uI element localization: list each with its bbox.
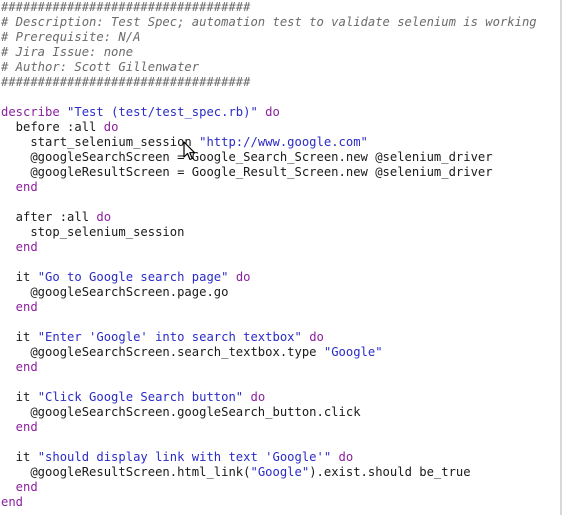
code-token: after :all	[1, 210, 97, 224]
code-line: # Jira Issue: none	[1, 45, 537, 60]
code-line: @googleSearchScreen = Google_Search_Scre…	[1, 150, 537, 165]
code-string: "Test (test/test_spec.rb)"	[67, 105, 258, 119]
code-keyword: end	[1, 420, 38, 434]
code-token: @googleSearchScreen.googleSearch_button.…	[1, 405, 361, 419]
code-line: it "Click Google Search button" do	[1, 390, 537, 405]
code-comment: # Prerequisite: N/A	[1, 30, 141, 44]
code-token: @googleSearchScreen.search_textbox.type	[1, 345, 324, 359]
code-comment: ##################################	[1, 75, 251, 89]
code-line: end	[1, 420, 537, 435]
code-line: it "Enter 'Google' into search textbox" …	[1, 330, 537, 345]
code-line: @googleSearchScreen.search_textbox.type …	[1, 345, 537, 360]
code-token: before :all	[1, 120, 104, 134]
code-line: it "Go to Google search page" do	[1, 270, 537, 285]
code-comment: ##################################	[1, 0, 251, 14]
code-keyword: end	[1, 495, 24, 509]
code-keyword: do	[96, 210, 112, 224]
code-line: ##################################	[1, 75, 537, 90]
code-line: @googleSearchScreen.page.go	[1, 285, 537, 300]
code-line: describe "Test (test/test_spec.rb)" do	[1, 105, 537, 120]
code-keyword: end	[1, 480, 38, 494]
code-line: end	[1, 360, 537, 375]
code-keyword: do	[309, 330, 324, 344]
code-keyword: do	[235, 270, 251, 284]
mouse-pointer-icon	[183, 141, 196, 161]
code-keyword: end	[1, 180, 38, 194]
code-text-area[interactable]: ################################## # Desc…	[1, 0, 537, 510]
code-string: "Click Google Search button"	[37, 390, 244, 404]
code-line: stop_selenium_session	[1, 225, 537, 240]
code-token: stop_selenium_session	[1, 225, 185, 239]
code-token: start_selenium_session	[1, 135, 200, 149]
code-string: "should display link with text 'Google'"	[37, 450, 332, 464]
code-line: before :all do	[1, 120, 537, 135]
code-keyword: do	[103, 120, 119, 134]
code-line: @googleResultScreen = Google_Result_Scre…	[1, 165, 537, 180]
code-line: after :all do	[1, 210, 537, 225]
code-line: start_selenium_session "http://www.googl…	[1, 135, 537, 150]
code-token: @googleSearchScreen.page.go	[1, 285, 229, 299]
code-comment: # Description: Test Spec; automation tes…	[1, 15, 537, 29]
code-line: end	[1, 300, 537, 315]
code-line: # Prerequisite: N/A	[1, 30, 537, 45]
code-token: @googleResultScreen = Google_Result_Scre…	[1, 165, 493, 179]
code-token: ).exist.should be_true	[309, 465, 471, 479]
code-line: ##################################	[1, 0, 537, 15]
code-keyword: end	[1, 300, 38, 314]
code-keyword: do	[338, 450, 354, 464]
code-line: @googleResultScreen.html_link("Google").…	[1, 465, 537, 480]
code-line: end	[1, 480, 537, 495]
code-string: "Enter 'Google' into search textbox"	[37, 330, 302, 344]
code-keyword: end	[1, 360, 38, 374]
code-string: "Google"	[323, 345, 383, 359]
code-token: it	[1, 330, 38, 344]
code-line: @googleSearchScreen.googleSearch_button.…	[1, 405, 537, 420]
code-editor[interactable]: ################################## # Desc…	[0, 0, 562, 515]
code-string: "Google"	[250, 465, 310, 479]
code-token: @googleSearchScreen = Google_Search_Scre…	[1, 150, 493, 164]
code-token: it	[1, 450, 38, 464]
code-line: # Description: Test Spec; automation tes…	[1, 15, 537, 30]
code-keyword: do	[265, 105, 280, 119]
code-comment: # Author: Scott Gillenwater	[1, 60, 200, 74]
code-keyword: do	[250, 390, 266, 404]
code-line: it "should display link with text 'Googl…	[1, 450, 537, 465]
code-string: "http://www.google.com"	[199, 135, 368, 149]
code-keyword: describe	[1, 105, 60, 119]
code-line: end	[1, 495, 537, 510]
code-line: # Author: Scott Gillenwater	[1, 60, 537, 75]
code-token: it	[1, 270, 38, 284]
code-comment: # Jira Issue: none	[1, 45, 134, 59]
code-token: it	[1, 390, 38, 404]
code-line: end	[1, 180, 537, 195]
code-string: "Go to Google search page"	[37, 270, 229, 284]
code-token: @googleResultScreen.html_link(	[1, 465, 251, 479]
code-line: end	[1, 240, 537, 255]
code-keyword: end	[1, 240, 38, 254]
